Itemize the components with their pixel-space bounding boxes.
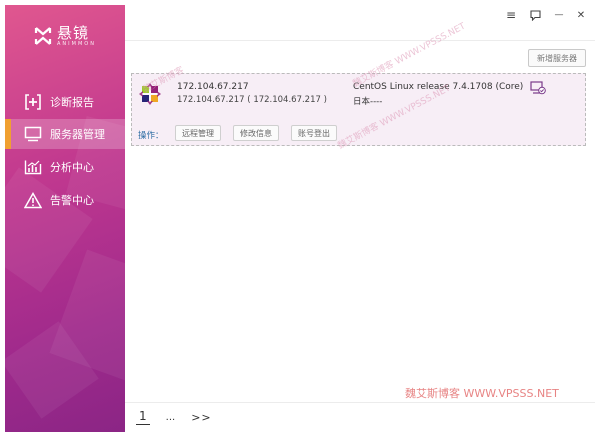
plus-square-icon xyxy=(23,92,43,112)
logout-account-button[interactable]: 账号登出 xyxy=(291,125,337,141)
footer-divider xyxy=(125,402,595,403)
remote-manage-button[interactable]: 远程管理 xyxy=(175,125,221,141)
server-location: 日本---- xyxy=(353,97,383,107)
sidebar-item-label: 分析中心 xyxy=(50,161,94,174)
warning-icon xyxy=(23,190,43,210)
sidebar-item-diagnosis-report[interactable]: 诊断报告 xyxy=(5,87,125,117)
page-current[interactable]: 1 xyxy=(136,409,150,425)
page-ellipsis: ... xyxy=(165,411,176,423)
logo-title: 悬镜 xyxy=(57,24,90,42)
title-bar: ≡ — ✕ xyxy=(125,5,595,27)
chat-bubble-icon[interactable] xyxy=(528,8,542,22)
sidebar-item-analysis-center[interactable]: 分析中心 xyxy=(5,152,125,182)
menu-icon[interactable]: ≡ xyxy=(504,8,518,22)
minimize-icon[interactable]: — xyxy=(552,8,566,22)
watermark-text: 魏艾斯博客 WWW.VPSSS.NET xyxy=(405,387,559,400)
page-next-button[interactable]: >> xyxy=(191,411,211,424)
close-icon[interactable]: ✕ xyxy=(574,8,588,22)
header-divider xyxy=(125,40,595,41)
logo-subtitle: ANIMMON xyxy=(57,41,96,47)
operations-label: 操作： xyxy=(138,131,164,141)
app-logo: 悬镜 ANIMMON xyxy=(33,25,96,47)
logo-mark-icon xyxy=(33,25,53,47)
edit-info-button[interactable]: 修改信息 xyxy=(233,125,279,141)
sidebar-item-label: 诊断报告 xyxy=(50,96,94,109)
sidebar: 悬镜 ANIMMON 诊断报告 服务器管理 分析中心 告警中心 xyxy=(5,5,125,432)
server-host-detail: 172.104.67.217 ( 172.104.67.217 ) xyxy=(177,95,327,105)
sidebar-item-label: 服务器管理 xyxy=(50,128,105,141)
bar-chart-icon xyxy=(23,157,43,177)
monitor-check-icon[interactable] xyxy=(530,81,546,95)
sidebar-item-server-management[interactable]: 服务器管理 xyxy=(5,119,125,149)
server-host: 172.104.67.217 xyxy=(177,82,249,92)
pagination: 1 ... >> xyxy=(136,409,212,425)
monitor-icon xyxy=(23,124,43,144)
add-server-button[interactable]: 新增服务器 xyxy=(528,49,586,67)
sidebar-item-alert-center[interactable]: 告警中心 xyxy=(5,185,125,215)
sidebar-item-label: 告警中心 xyxy=(50,194,94,207)
